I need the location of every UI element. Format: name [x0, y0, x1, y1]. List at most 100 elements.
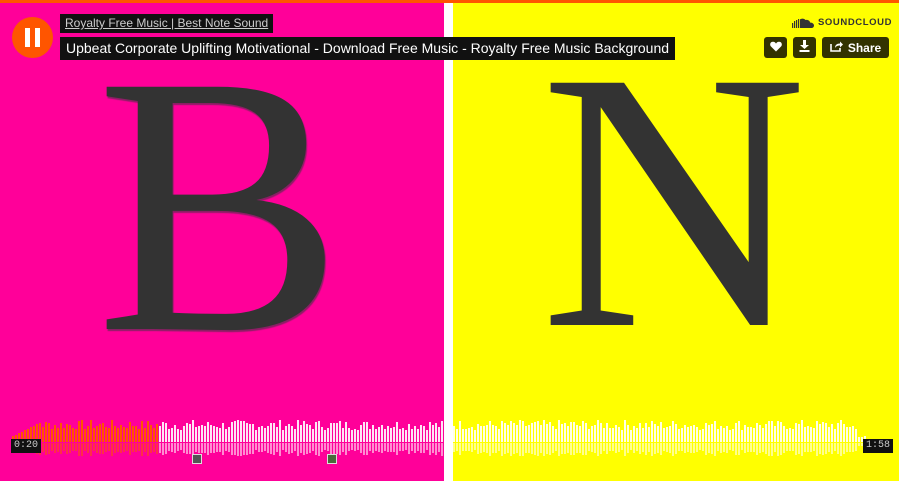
waveform-reflection-bar [360, 443, 362, 454]
waveform-bar [396, 422, 398, 442]
share-button[interactable]: Share [822, 37, 889, 58]
waveform-reflection-bar [285, 443, 287, 453]
waveform-reflection-bar [819, 443, 821, 454]
waveform-bar [819, 423, 821, 442]
waveform-bar [441, 420, 443, 442]
waveform-bar [843, 423, 845, 442]
waveform-reflection-bar [609, 443, 611, 452]
waveform-bar [429, 422, 431, 442]
waveform-bar [294, 429, 296, 442]
waveform-reflection-bar [783, 443, 785, 453]
waveform-reflection-bar [444, 443, 446, 455]
waveform-reflection-bar [243, 443, 245, 456]
waveform-bar [471, 426, 473, 442]
waveform-bar [483, 426, 485, 442]
soundcloud-logo[interactable]: SOUNDCLOUD [792, 17, 892, 28]
comment-marker-avatar[interactable] [192, 454, 202, 464]
download-button[interactable] [793, 37, 816, 58]
waveform-bar [279, 420, 281, 442]
waveform-reflection-bar [858, 443, 860, 447]
waveform-bar [111, 420, 113, 442]
waveform-bar [246, 422, 248, 442]
waveform-bar [474, 429, 476, 442]
waveform-reflection-bar [681, 443, 683, 452]
waveform-reflection-bar [630, 443, 632, 451]
uploader-link[interactable]: Royalty Free Music | Best Note Sound [60, 14, 274, 33]
waveform-bar [603, 428, 605, 442]
waveform-bar [771, 420, 773, 442]
waveform-bar [402, 428, 404, 442]
waveform-bar [666, 426, 668, 442]
waveform-bar [846, 426, 848, 442]
waveform-bar [375, 429, 377, 442]
waveform-reflection-bar [231, 443, 233, 455]
waveform-bar [732, 428, 734, 442]
waveform-seekbar[interactable] [0, 400, 899, 472]
waveform-bar [576, 424, 578, 442]
waveform-reflection-bar [576, 443, 578, 454]
waveform-bar [225, 428, 227, 442]
waveform-reflection-bar [291, 443, 293, 453]
waveform-bar [138, 429, 140, 442]
waveform-reflection-bar [186, 443, 188, 455]
waveform-bar [510, 420, 512, 442]
waveform-bar [759, 425, 761, 442]
waveform-bar [606, 423, 608, 442]
waveform-reflection-bar [462, 443, 464, 451]
waveform-bar [729, 429, 731, 442]
waveform-reflection-bar [69, 443, 71, 454]
waveform-bar [492, 424, 494, 442]
waveform-reflection-bar [564, 443, 566, 455]
heart-icon [769, 39, 782, 57]
waveform-reflection-bar [747, 443, 749, 452]
waveform-bar [585, 422, 587, 442]
waveform-reflection-bar [618, 443, 620, 453]
waveform-bar [207, 421, 209, 442]
waveform-reflection-bar [378, 443, 380, 452]
waveform-reflection-bar [645, 443, 647, 455]
waveform-reflection-bar [216, 443, 218, 452]
waveform-bar [816, 420, 818, 442]
waveform-reflection-bar [543, 443, 545, 457]
waveform-bar [159, 425, 161, 442]
waveform-reflection-bar [354, 443, 356, 451]
waveform-reflection-bar [711, 443, 713, 454]
waveform-bar [318, 421, 320, 442]
waveform-bar [549, 421, 551, 442]
waveform-reflection-bar [156, 443, 158, 454]
waveform-reflection-bar [81, 443, 83, 457]
waveform-bar [801, 420, 803, 442]
waveform-reflection-bar [822, 443, 824, 455]
waveform-bar [195, 426, 197, 442]
comment-marker-avatar[interactable] [327, 454, 337, 464]
waveform-reflection-bar [795, 443, 797, 455]
waveform-bar [273, 422, 275, 442]
waveform-reflection-bar [435, 443, 437, 455]
pause-button[interactable] [12, 17, 53, 58]
waveform-reflection-bar [456, 443, 458, 451]
waveform-reflection-bar [525, 443, 527, 453]
waveform-reflection-bar [504, 443, 506, 455]
waveform-reflection-bar [321, 443, 323, 452]
like-button[interactable] [764, 37, 787, 58]
waveform-reflection-bar [381, 443, 383, 454]
waveform-bar [435, 422, 437, 442]
track-title[interactable]: Upbeat Corporate Uplifting Motivational … [60, 37, 676, 60]
waveform-reflection-bar [612, 443, 614, 452]
waveform-bar [522, 421, 524, 442]
waveform-reflection-bar [477, 443, 479, 454]
waveform-reflection-bar [840, 443, 842, 456]
waveform-bar [219, 427, 221, 442]
waveform-bar [93, 428, 95, 442]
waveform-reflection-bar [45, 443, 47, 455]
waveform-reflection-bar [531, 443, 533, 455]
waveform-reflection-bar [51, 443, 53, 451]
waveform-reflection-bar [258, 443, 260, 453]
waveform-reflection-bar [624, 443, 626, 456]
waveform-bar [345, 421, 347, 442]
waveform-bar [237, 420, 239, 442]
waveform-reflection-bar [465, 443, 467, 451]
waveform-reflection-bar [330, 443, 332, 455]
waveform-bar [459, 421, 461, 442]
waveform-bar [291, 425, 293, 442]
